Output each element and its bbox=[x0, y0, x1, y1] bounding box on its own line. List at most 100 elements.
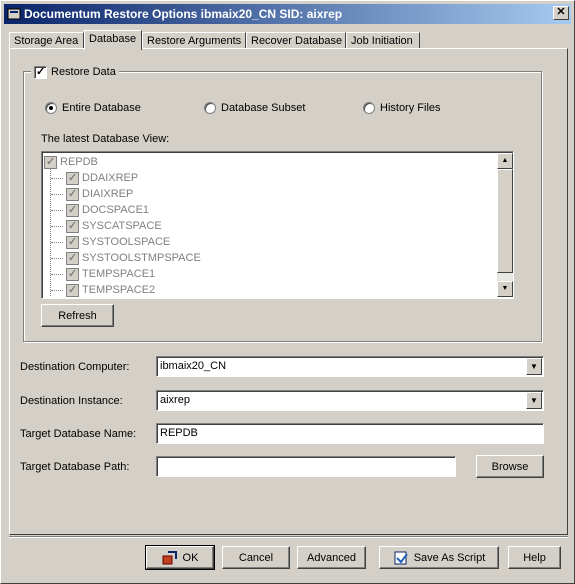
tree-connector bbox=[51, 257, 63, 259]
tree-item[interactable]: ✓ TEMPSPACE1 bbox=[51, 266, 155, 282]
tab-storage-area[interactable]: Storage Area bbox=[9, 32, 84, 49]
restore-data-label: Restore Data bbox=[51, 66, 116, 78]
button-label: Save As Script bbox=[413, 551, 486, 564]
check-icon: ✓ bbox=[36, 65, 46, 78]
check-icon: ✓ bbox=[68, 203, 78, 216]
radio-database-subset[interactable]: Database Subset bbox=[204, 102, 305, 114]
scroll-thumb[interactable] bbox=[497, 169, 513, 273]
tree-label: TEMPSPACE1 bbox=[82, 268, 156, 280]
dest-instance-label: Destination Instance: bbox=[20, 395, 123, 407]
radio-button[interactable] bbox=[204, 102, 216, 114]
tree-connector bbox=[51, 193, 63, 195]
close-icon: ✕ bbox=[556, 6, 566, 18]
close-button[interactable]: ✕ bbox=[553, 6, 569, 20]
chevron-down-icon[interactable]: ▼ bbox=[526, 392, 542, 409]
button-label: Help bbox=[523, 551, 546, 564]
advanced-button[interactable]: Advanced bbox=[297, 546, 366, 569]
tree-label: SYSCATSPACE bbox=[82, 220, 162, 232]
radio-entire-database[interactable]: Entire Database bbox=[45, 102, 141, 114]
button-label: Refresh bbox=[58, 309, 97, 322]
tree-label: DDAIXREP bbox=[82, 172, 139, 184]
tree-label: REPDB bbox=[60, 156, 98, 168]
radio-label: Database Subset bbox=[221, 102, 306, 114]
tree-checkbox[interactable]: ✓ bbox=[66, 187, 79, 201]
tree-connector bbox=[51, 241, 63, 243]
tree-connector bbox=[51, 273, 63, 275]
check-icon: ✓ bbox=[68, 187, 78, 200]
radio-dot bbox=[49, 106, 53, 110]
check-icon: ✓ bbox=[46, 155, 56, 168]
tree-label: SYSTOOLSPACE bbox=[82, 236, 171, 248]
tree-item[interactable]: ✓ DDAIXREP bbox=[51, 170, 138, 186]
radio-history-files[interactable]: History Files bbox=[363, 102, 441, 114]
tree-item[interactable]: ✓ DIAIXREP bbox=[51, 186, 133, 202]
restore-options-dialog: Documentum Restore Options ibmaix20_CN S… bbox=[0, 0, 575, 584]
dest-instance-select[interactable]: aixrep ▼ bbox=[156, 390, 544, 411]
select-value: ibmaix20_CN bbox=[160, 360, 227, 372]
tree-checkbox[interactable]: ✓ bbox=[44, 155, 57, 169]
radio-button[interactable] bbox=[45, 102, 57, 114]
tree-item[interactable]: ✓ SYSTOOLSPACE bbox=[51, 234, 170, 250]
scroll-down-icon[interactable]: ▼ bbox=[497, 281, 513, 297]
tree-label: DIAIXREP bbox=[82, 188, 134, 200]
script-icon bbox=[394, 551, 408, 564]
checkbox[interactable]: ✓ bbox=[34, 65, 47, 79]
footer-separator bbox=[9, 536, 568, 538]
database-tree[interactable]: ✓ REPDB ✓ DDAIXREP ✓ DIAIXREP ✓ DOCSPACE1 ✓… bbox=[41, 151, 514, 299]
button-label: Cancel bbox=[238, 551, 274, 564]
ok-button[interactable]: OK bbox=[145, 545, 215, 570]
tree-root-item[interactable]: ✓ REPDB bbox=[44, 154, 98, 170]
tree-label: SYSTOOLSTMPSPACE bbox=[82, 252, 201, 264]
tab-job-initiation[interactable]: Job Initiation bbox=[346, 32, 420, 49]
button-label: OK bbox=[182, 551, 199, 564]
browse-button[interactable]: Browse bbox=[476, 455, 544, 478]
select-value: aixrep bbox=[160, 394, 190, 406]
refresh-button[interactable]: Refresh bbox=[41, 304, 114, 327]
tree-checkbox[interactable]: ✓ bbox=[66, 171, 79, 185]
tree-item[interactable]: ✓ SYSCATSPACE bbox=[51, 218, 162, 234]
tree-checkbox[interactable]: ✓ bbox=[66, 203, 79, 217]
radio-label: Entire Database bbox=[62, 102, 141, 114]
button-label: Browse bbox=[491, 460, 529, 473]
tree-item[interactable]: ✓ DOCSPACE1 bbox=[51, 202, 149, 218]
scroll-up-icon[interactable]: ▲ bbox=[497, 153, 513, 169]
title-bar: Documentum Restore Options ibmaix20_CN S… bbox=[4, 4, 571, 24]
chevron-down-icon[interactable]: ▼ bbox=[526, 358, 542, 375]
tree-item[interactable]: ✓ TEMPSPACE2 bbox=[51, 282, 155, 298]
radio-button[interactable] bbox=[363, 102, 375, 114]
save-as-script-button[interactable]: Save As Script bbox=[379, 546, 499, 569]
tree-label: TEMPSPACE2 bbox=[82, 284, 156, 296]
tree-scrollbar[interactable]: ▲ ▼ bbox=[497, 153, 513, 297]
help-button[interactable]: Help bbox=[508, 546, 561, 569]
tree-connector bbox=[51, 225, 63, 227]
restore-icon bbox=[162, 550, 177, 564]
tree-checkbox[interactable]: ✓ bbox=[66, 219, 79, 233]
target-path-field[interactable] bbox=[156, 456, 456, 477]
dest-computer-label: Destination Computer: bbox=[20, 361, 130, 373]
app-icon bbox=[7, 8, 21, 20]
target-name-field[interactable]: REPDB bbox=[156, 423, 544, 444]
tree-checkbox[interactable]: ✓ bbox=[66, 283, 79, 297]
restore-data-checkbox[interactable]: ✓ Restore Data bbox=[31, 65, 119, 79]
check-icon: ✓ bbox=[68, 235, 78, 248]
check-icon: ✓ bbox=[68, 283, 78, 296]
tab-database[interactable]: Database bbox=[84, 30, 142, 50]
cancel-button[interactable]: Cancel bbox=[222, 546, 290, 569]
target-name-label: Target Database Name: bbox=[20, 428, 137, 440]
button-label: Advanced bbox=[307, 551, 356, 564]
tab-recover-database[interactable]: Recover Database bbox=[246, 32, 346, 49]
tree-label: DOCSPACE1 bbox=[82, 204, 150, 216]
tree-checkbox[interactable]: ✓ bbox=[66, 267, 79, 281]
tree-checkbox[interactable]: ✓ bbox=[66, 251, 79, 265]
database-view-heading: The latest Database View: bbox=[41, 133, 170, 145]
tree-checkbox[interactable]: ✓ bbox=[66, 235, 79, 249]
tree-item[interactable]: ✓ SYSTOOLSTMPSPACE bbox=[51, 250, 201, 266]
tab-restore-arguments[interactable]: Restore Arguments bbox=[142, 32, 246, 49]
dest-computer-select[interactable]: ibmaix20_CN ▼ bbox=[156, 356, 544, 377]
tree-connector bbox=[51, 289, 63, 291]
check-icon: ✓ bbox=[68, 219, 78, 232]
field-value: REPDB bbox=[160, 427, 198, 439]
tree-connector bbox=[51, 177, 63, 179]
window-title: Documentum Restore Options ibmaix20_CN S… bbox=[24, 7, 343, 21]
check-icon: ✓ bbox=[68, 267, 78, 280]
